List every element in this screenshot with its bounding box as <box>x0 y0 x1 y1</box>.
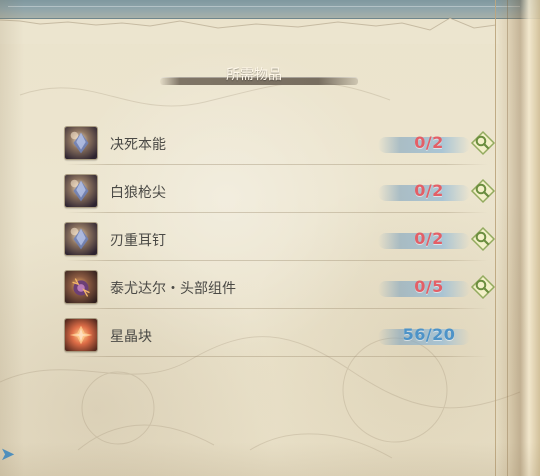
left-arrow-icon[interactable]: ➤ <box>0 446 15 464</box>
item-count: 0/5 <box>414 277 444 296</box>
orb-icon <box>65 271 97 303</box>
list-item[interactable]: 决死本能 0/2 <box>60 120 508 168</box>
required-items-list: 决死本能 0/2 白狼枪尖 0/2 刃重耳钉 0/2 泰尤达尔・头部组件 0/5… <box>60 120 508 360</box>
item-count: 0/2 <box>414 229 444 248</box>
row-divider <box>66 212 488 213</box>
item-count: 56/20 <box>402 325 456 344</box>
magnifier-icon[interactable] <box>470 130 496 156</box>
list-item[interactable]: 星晶块 56/20 <box>60 312 508 360</box>
item-name: 星晶块 <box>110 329 152 345</box>
row-divider <box>66 164 488 165</box>
torn-paper-edge <box>0 17 500 44</box>
section-title: 所需物品 <box>226 67 282 83</box>
orb-icon <box>64 270 98 304</box>
item-name: 泰尤达尔・头部组件 <box>110 281 236 297</box>
crystal-icon <box>65 127 97 159</box>
left-shade <box>0 0 24 476</box>
list-item[interactable]: 刃重耳钉 0/2 <box>60 216 508 264</box>
row-divider <box>66 260 488 261</box>
crystal-icon <box>64 126 98 160</box>
row-divider <box>66 356 488 357</box>
crystal-icon <box>64 222 98 256</box>
crystal-icon <box>65 175 97 207</box>
magnifier-icon[interactable] <box>470 178 496 204</box>
item-name: 白狼枪尖 <box>110 185 166 201</box>
item-count: 0/2 <box>414 133 444 152</box>
item-count: 0/2 <box>414 181 444 200</box>
crystal-icon <box>65 223 97 255</box>
item-name: 刃重耳钉 <box>110 233 166 249</box>
star-crystal-icon <box>64 318 98 352</box>
list-item[interactable]: 泰尤达尔・头部组件 0/5 <box>60 264 508 312</box>
magnifier-icon[interactable] <box>470 274 496 300</box>
magnifier-icon[interactable] <box>470 226 496 252</box>
star-crystal-icon <box>65 319 97 351</box>
required-items-header: 所需物品 <box>160 64 360 92</box>
list-item[interactable]: 白狼枪尖 0/2 <box>60 168 508 216</box>
row-divider <box>66 308 488 309</box>
crystal-icon <box>64 174 98 208</box>
bottom-shade <box>0 442 540 476</box>
item-name: 决死本能 <box>110 137 166 153</box>
